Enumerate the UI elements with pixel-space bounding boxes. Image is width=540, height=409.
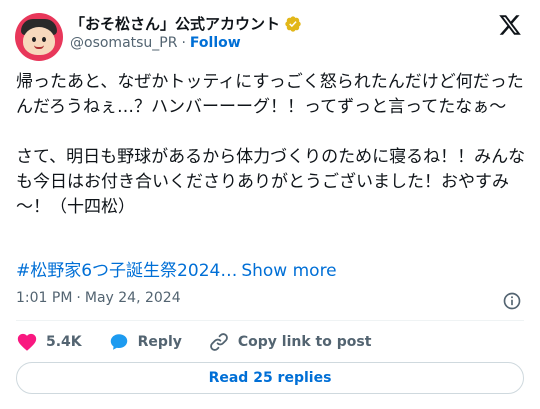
avatar[interactable] bbox=[15, 13, 63, 61]
post-timestamp[interactable]: 1:01 PM · May 24, 2024 bbox=[16, 290, 181, 306]
author-display-name[interactable]: 「おそ松さん」公式アカウント bbox=[70, 13, 280, 34]
verified-badge-icon bbox=[285, 15, 301, 32]
embedded-post-card: 「おそ松さん」公式アカウント @osomatsu_PR · Follow 帰った… bbox=[0, 0, 540, 409]
reply-button[interactable]: Reply bbox=[108, 331, 182, 353]
handle-separator: · bbox=[181, 35, 186, 51]
x-logo-icon[interactable] bbox=[498, 13, 522, 37]
avatar-eye-right bbox=[42, 37, 46, 42]
copy-link-label: Copy link to post bbox=[237, 334, 372, 350]
post-text: 帰ったあと、なぜかトッティにすっごく怒られたんだけど何だったんだろうねぇ…？ハン… bbox=[16, 72, 526, 217]
avatar-eye-left bbox=[32, 37, 36, 42]
reply-bubble-icon bbox=[110, 334, 127, 350]
author-handle[interactable]: @osomatsu_PR bbox=[70, 35, 177, 51]
post-time: 1:01 PM bbox=[16, 290, 73, 306]
info-icon[interactable] bbox=[502, 291, 522, 311]
divider bbox=[16, 320, 524, 321]
like-button[interactable]: 5.4K bbox=[16, 331, 82, 353]
author-handle-row: @osomatsu_PR · Follow bbox=[70, 35, 241, 51]
show-more-link[interactable]: Show more bbox=[241, 261, 336, 281]
post-tail: #松野家6つ子誕生祭2024… Show more bbox=[16, 259, 337, 284]
heart-icon bbox=[17, 333, 37, 351]
link-icon bbox=[210, 333, 228, 351]
follow-button[interactable]: Follow bbox=[190, 35, 241, 51]
post-date: May 24, 2024 bbox=[84, 290, 181, 306]
like-count: 5.4K bbox=[46, 334, 82, 350]
read-replies-button[interactable]: Read 25 replies bbox=[16, 362, 524, 394]
copy-link-button[interactable]: Copy link to post bbox=[208, 331, 372, 353]
post-actions: 5.4K Reply Copy link to post bbox=[16, 330, 397, 354]
timestamp-separator: · bbox=[76, 290, 81, 306]
hashtag-link[interactable]: #松野家6つ子誕生祭2024… bbox=[16, 261, 237, 281]
reply-label: Reply bbox=[137, 334, 182, 350]
avatar-face bbox=[23, 27, 55, 55]
author-name-row: 「おそ松さん」公式アカウント bbox=[70, 13, 302, 34]
